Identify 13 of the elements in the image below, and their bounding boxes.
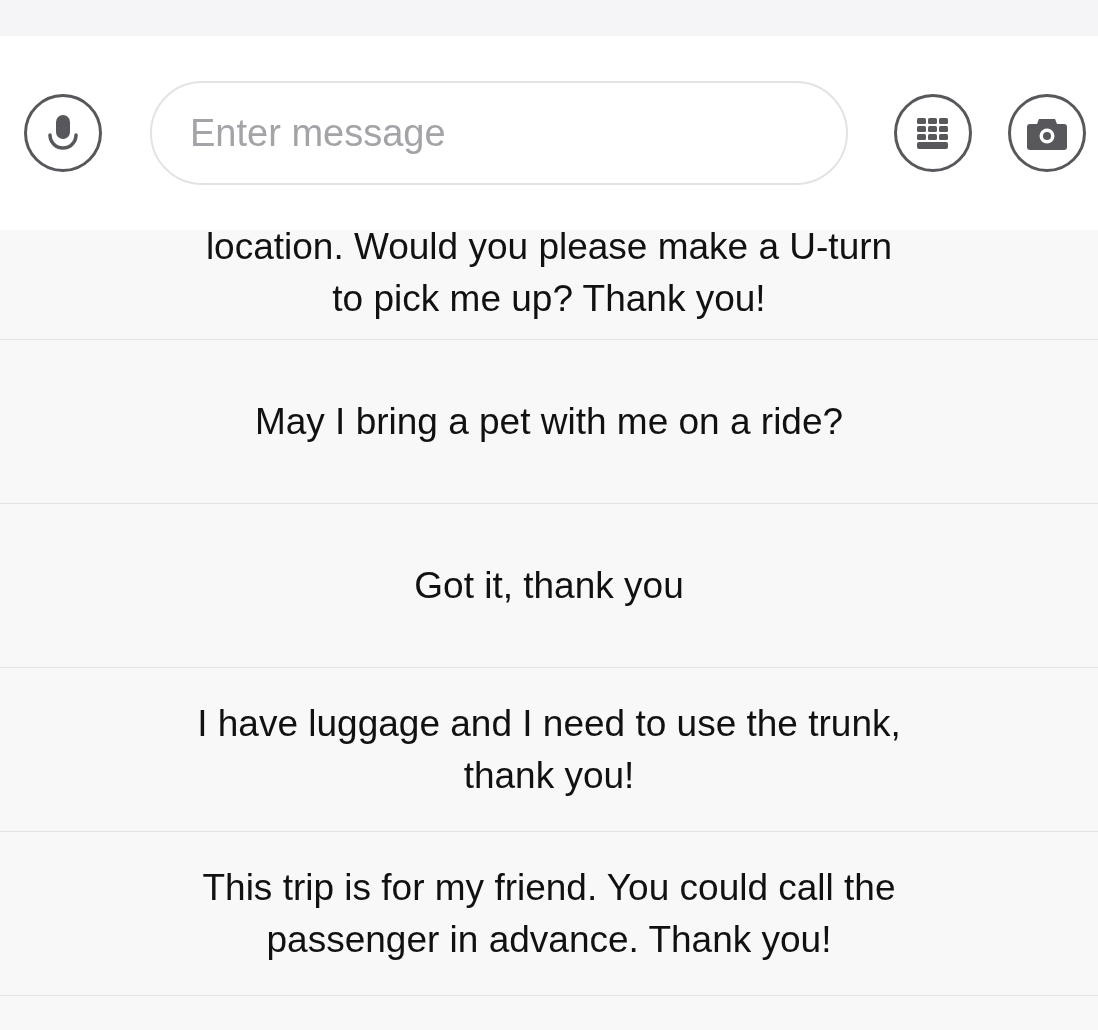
quick-reply-item[interactable]: This trip is for my friend. You could call the passenger in advance. Thank you! (0, 832, 1098, 996)
message-field[interactable]: Enter message (150, 81, 848, 185)
quick-reply-text: location. Would you please make a U-turn to pick me up? Thank you! (205, 230, 893, 321)
quick-reply-item[interactable]: location. Would you please make a U-turn to pick me up? Thank you! (0, 230, 1098, 340)
quick-reply-text: Got it, thank you (414, 563, 684, 608)
quick-reply-item[interactable]: I have luggage and I need to use the trunk, thank you! (0, 668, 1098, 832)
quick-reply-text: May I bring a pet with me on a ride? (254, 399, 844, 444)
quick-reply-text: This trip is for my friend. You could call the passenger in advance. Thank you! (202, 865, 896, 962)
quick-reply-text: I have luggage and I need to use the trunk, thank you! (197, 701, 901, 798)
quick-reply-item[interactable]: May I bring a pet with me on a ride? (0, 340, 1098, 504)
keyboard-icon (915, 116, 951, 150)
quick-reply-item[interactable]: Got it, thank you (0, 504, 1098, 668)
microphone-icon (46, 113, 80, 153)
